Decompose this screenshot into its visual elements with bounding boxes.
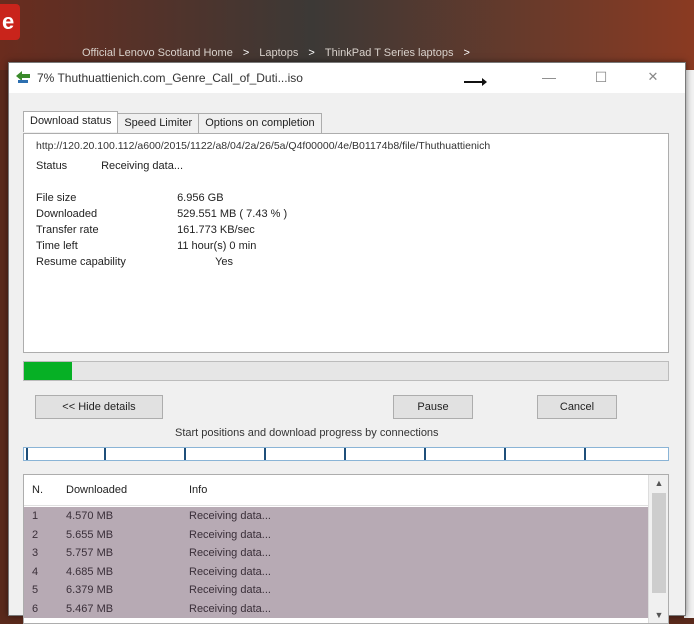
connection-marker xyxy=(504,448,506,460)
connection-downloaded: 5.467 MB xyxy=(66,602,114,615)
list-item[interactable]: 5 6.379 MB Receiving data... xyxy=(24,581,648,600)
column-header-number[interactable]: N. xyxy=(32,484,43,496)
downloaded-label: Downloaded xyxy=(36,208,98,220)
connections-list[interactable]: N. Downloaded Info 1 4.570 MB Receiving … xyxy=(23,474,669,624)
file-size-label: File size xyxy=(36,192,77,204)
background-browser: e Official Lenovo Scotland Home > Laptop… xyxy=(0,0,694,70)
scrollbar-thumb[interactable] xyxy=(652,493,666,593)
transfer-rate-value: 161.773 KB/sec xyxy=(177,224,255,236)
list-header: N. Downloaded Info xyxy=(24,475,648,506)
transfer-rate-label: Transfer rate xyxy=(36,224,99,236)
list-rows: 1 4.570 MB Receiving data... 2 5.655 MB … xyxy=(24,507,648,618)
connection-number: 3 xyxy=(32,547,39,559)
status-label: Status xyxy=(36,160,68,172)
list-item[interactable]: 1 4.570 MB Receiving data... xyxy=(24,507,648,526)
close-button[interactable]: ✕ xyxy=(633,65,673,89)
download-dialog: 7% Thuthuattienich.com_Genre_Call_of_Dut… xyxy=(8,62,686,624)
download-progress-bar xyxy=(23,361,669,381)
breadcrumb-separator: > xyxy=(463,47,470,59)
file-size-value: 6.956 GB xyxy=(177,192,224,204)
tab-download-status[interactable]: Download status xyxy=(23,111,119,132)
column-header-downloaded[interactable]: Downloaded xyxy=(66,484,127,496)
maximize-button[interactable]: ☐ xyxy=(581,65,621,89)
resume-capability-label: Resume capability xyxy=(36,256,126,268)
connection-info: Receiving data... xyxy=(189,584,271,596)
list-item[interactable]: 3 5.757 MB Receiving data... xyxy=(24,544,648,563)
hide-details-button[interactable]: << Hide details xyxy=(35,395,163,419)
time-left-value: 11 hour(s) 0 min xyxy=(177,240,257,252)
idm-icon xyxy=(16,71,30,83)
connection-downloaded: 4.570 MB xyxy=(66,510,114,522)
connection-marker xyxy=(424,448,426,460)
connections-label: Start positions and download progress by… xyxy=(175,427,439,439)
lenovo-logo-icon: e xyxy=(0,4,20,40)
connection-marker xyxy=(584,448,586,460)
scroll-down-icon[interactable]: ▼ xyxy=(649,607,668,623)
info-row-file-size: File size 6.956 GB xyxy=(36,192,287,208)
connection-marker xyxy=(26,448,28,460)
resume-capability-value: Yes xyxy=(215,256,234,268)
dialog-body: Download status Speed Limiter Options on… xyxy=(9,93,685,624)
pause-button[interactable]: Pause xyxy=(393,395,473,419)
mouse-cursor-icon xyxy=(464,78,487,86)
minimize-button[interactable]: — xyxy=(529,65,569,89)
window-title: 7% Thuthuattienich.com_Genre_Call_of_Dut… xyxy=(37,71,303,85)
connection-marker xyxy=(264,448,266,460)
connection-marker xyxy=(344,448,346,460)
vertical-scrollbar[interactable]: ▲ ▼ xyxy=(648,475,668,623)
tab-options-on-completion[interactable]: Options on completion xyxy=(198,113,322,134)
connection-number: 6 xyxy=(32,602,39,615)
list-item[interactable]: 4 4.685 MB Receiving data... xyxy=(24,562,648,581)
cancel-button[interactable]: Cancel xyxy=(537,395,617,419)
connection-info: Receiving data... xyxy=(189,565,271,578)
title-bar[interactable]: 7% Thuthuattienich.com_Genre_Call_of_Dut… xyxy=(9,63,685,93)
progress-fill xyxy=(24,362,72,380)
connection-downloaded: 5.655 MB xyxy=(66,528,114,541)
column-header-info[interactable]: Info xyxy=(189,484,207,496)
connection-number: 4 xyxy=(32,565,39,578)
breadcrumb-home[interactable]: Official Lenovo Scotland Home xyxy=(82,47,233,59)
connection-info: Receiving data... xyxy=(189,547,271,559)
connection-downloaded: 6.379 MB xyxy=(66,584,114,596)
breadcrumb-laptops[interactable]: Laptops xyxy=(259,47,298,59)
connection-info: Receiving data... xyxy=(189,510,271,522)
tab-strip: Download status Speed Limiter Options on… xyxy=(23,111,322,134)
connection-info: Receiving data... xyxy=(189,602,271,615)
list-item[interactable]: 2 5.655 MB Receiving data... xyxy=(24,525,648,544)
info-row-resume-capability: Resume capability Yes xyxy=(36,256,287,272)
info-row-downloaded: Downloaded 529.551 MB ( 7.43 % ) xyxy=(36,208,287,224)
scroll-up-icon[interactable]: ▲ xyxy=(649,475,668,491)
connections-progress-bar xyxy=(23,447,669,461)
status-value: Receiving data... xyxy=(101,160,183,172)
breadcrumb-thinkpad[interactable]: ThinkPad T Series laptops xyxy=(325,47,454,59)
download-status-panel: http://120.20.100.112/a600/2015/1122/a8/… xyxy=(23,133,669,353)
time-left-label: Time left xyxy=(36,240,78,252)
connection-downloaded: 5.757 MB xyxy=(66,547,114,559)
connection-info: Receiving data... xyxy=(189,528,271,541)
breadcrumb: Official Lenovo Scotland Home > Laptops … xyxy=(82,42,690,64)
breadcrumb-separator: > xyxy=(242,47,250,59)
connection-downloaded: 4.685 MB xyxy=(66,565,114,578)
connection-marker xyxy=(184,448,186,460)
download-info: File size 6.956 GB Downloaded 529.551 MB… xyxy=(36,192,287,272)
list-item[interactable]: 6 5.467 MB Receiving data... xyxy=(24,599,648,618)
tab-speed-limiter[interactable]: Speed Limiter xyxy=(117,113,200,134)
breadcrumb-separator: > xyxy=(308,47,315,59)
download-url: http://120.20.100.112/a600/2015/1122/a8/… xyxy=(36,140,491,152)
info-row-time-left: Time left 11 hour(s) 0 min xyxy=(36,240,287,256)
info-row-transfer-rate: Transfer rate 161.773 KB/sec xyxy=(36,224,287,240)
connection-number: 1 xyxy=(32,510,39,522)
connection-number: 2 xyxy=(32,528,39,541)
status-row: Status Receiving data... xyxy=(36,160,183,172)
downloaded-value: 529.551 MB ( 7.43 % ) xyxy=(177,208,288,220)
connection-number: 5 xyxy=(32,584,39,596)
connection-marker xyxy=(104,448,106,460)
